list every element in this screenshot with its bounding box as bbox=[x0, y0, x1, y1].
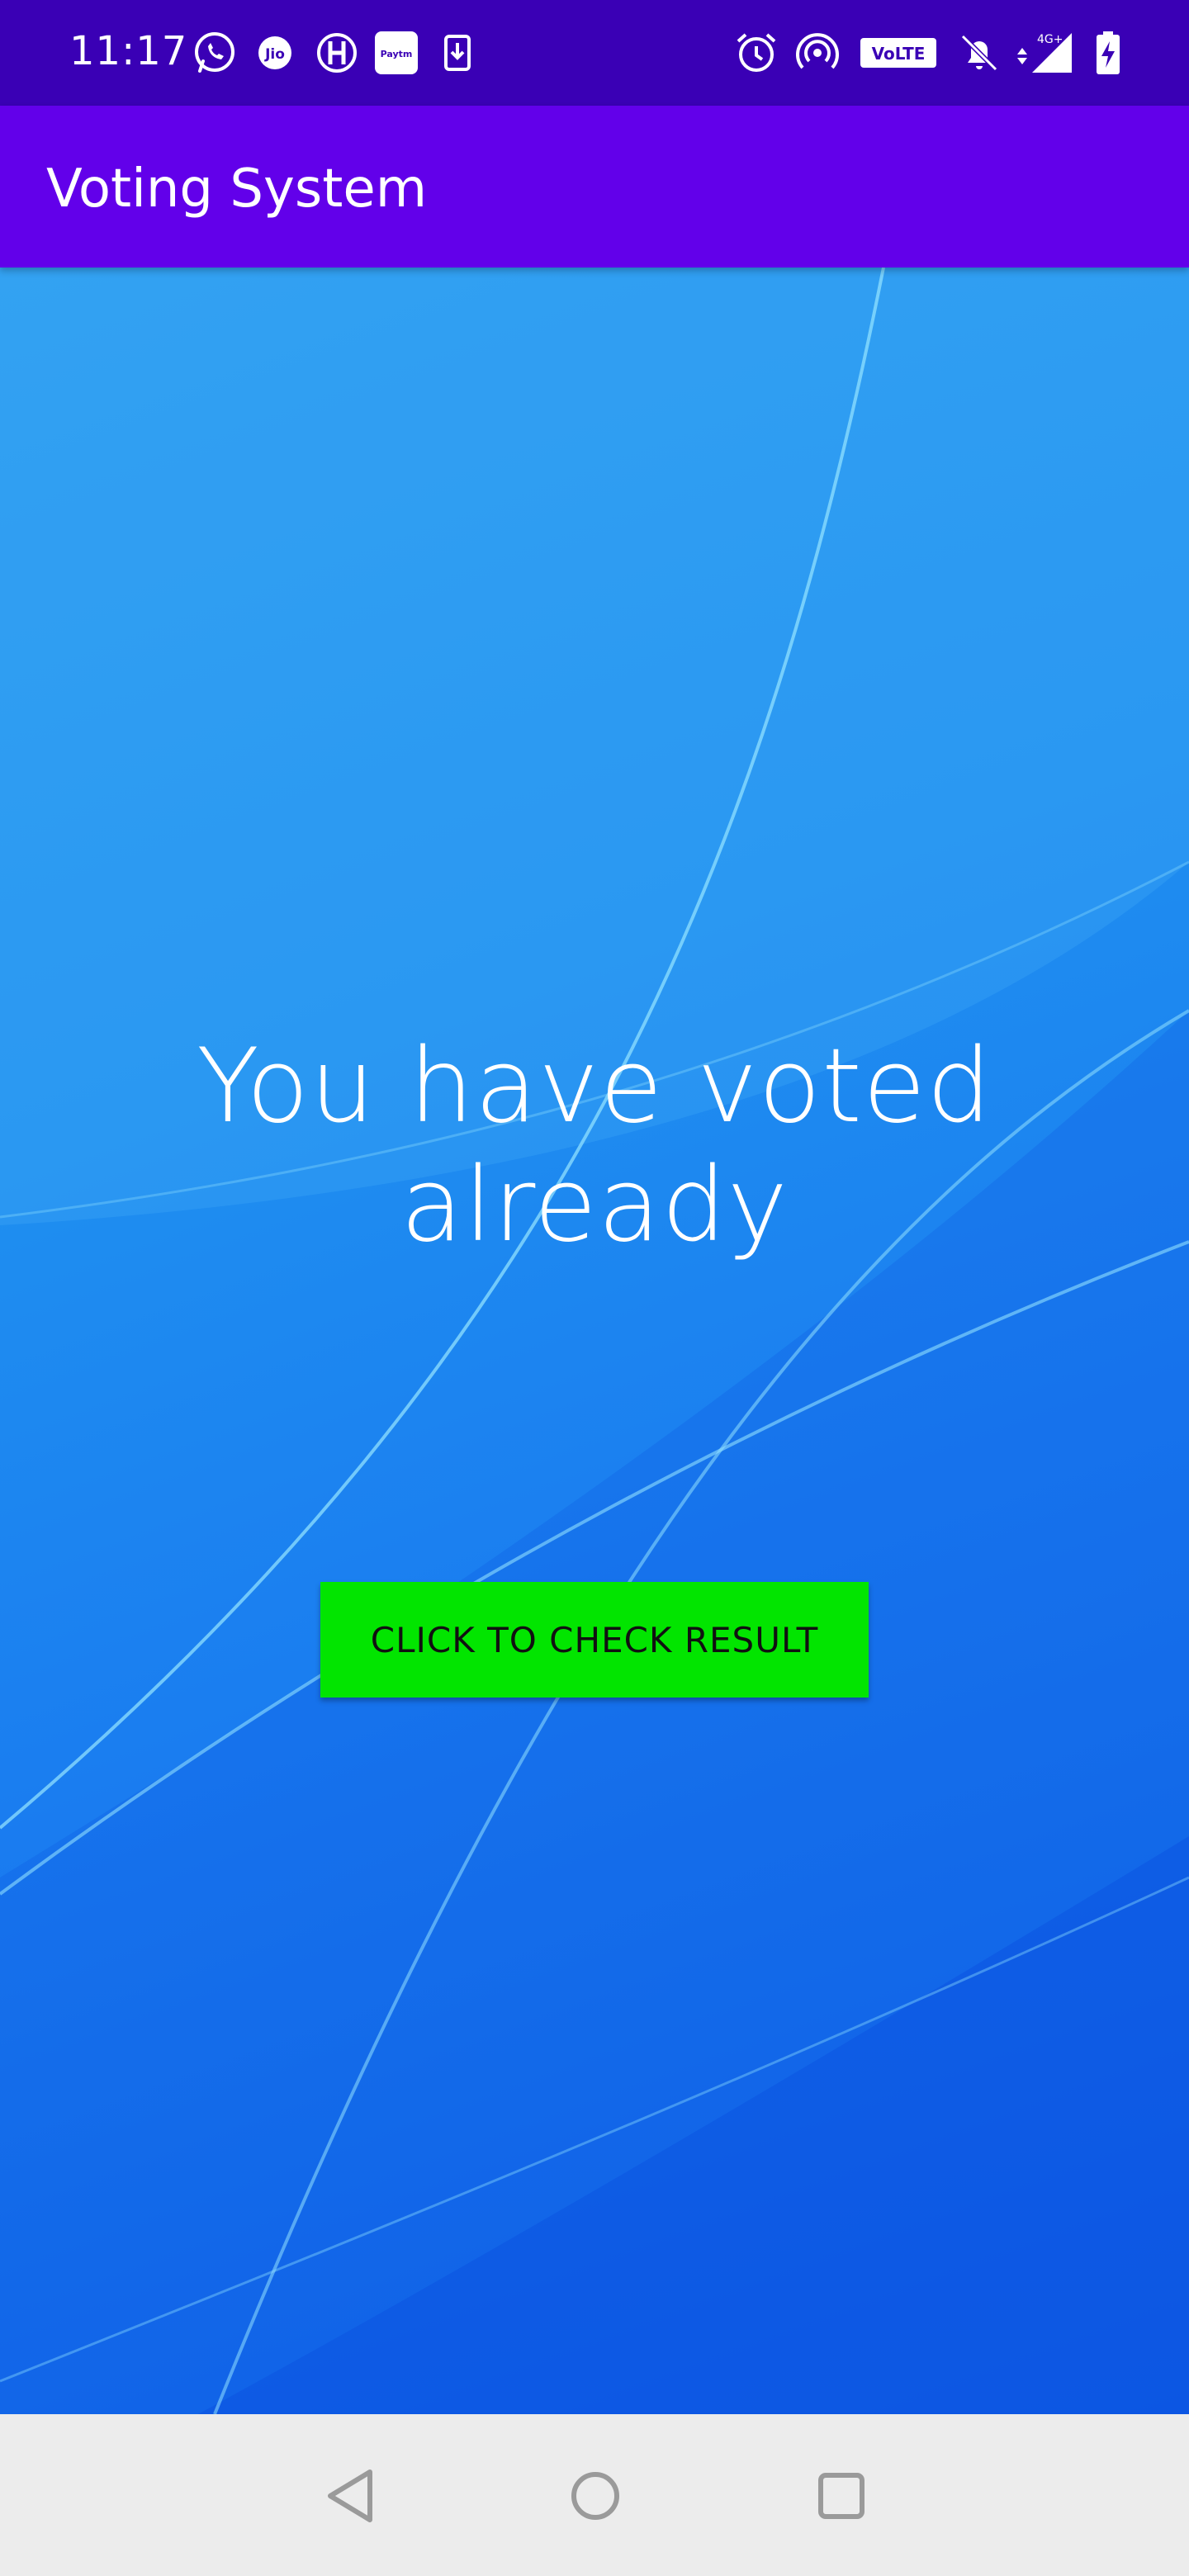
alarm-icon bbox=[737, 33, 776, 72]
home-icon[interactable] bbox=[558, 2459, 632, 2533]
mute-icon bbox=[960, 34, 998, 72]
app-title: Voting System bbox=[46, 159, 428, 220]
status-bar: 11:17 Jio Paytm VoLTE 4G+ bbox=[0, 0, 1189, 106]
volte-icon-label: VoLTE bbox=[872, 44, 926, 64]
whatsapp-icon bbox=[195, 32, 234, 73]
background-wallpaper bbox=[0, 268, 1189, 2414]
check-result-button[interactable]: CLICK TO CHECK RESULT bbox=[320, 1582, 869, 1698]
hotspot-icon bbox=[796, 33, 839, 69]
jio-icon-label: Jio bbox=[264, 46, 285, 63]
navigation-bar bbox=[0, 2414, 1189, 2576]
volte-icon: VoLTE bbox=[860, 38, 936, 68]
signal-4g-icon: 4G+ bbox=[1017, 33, 1072, 73]
hotstar-icon bbox=[317, 33, 357, 73]
battery-charging-icon bbox=[1097, 31, 1120, 74]
main-content: You have voted already CLICK TO CHECK RE… bbox=[0, 268, 1189, 2414]
back-icon[interactable] bbox=[312, 2459, 386, 2533]
paytm-icon: Paytm bbox=[375, 31, 418, 74]
status-time: 11:17 bbox=[69, 28, 188, 74]
download-icon bbox=[444, 35, 471, 71]
paytm-icon-label: Paytm bbox=[381, 49, 413, 59]
recents-icon[interactable] bbox=[804, 2459, 879, 2533]
already-voted-message: You have voted already bbox=[197, 1027, 992, 1265]
network-type-label: 4G+ bbox=[1037, 33, 1063, 46]
jio-icon: Jio bbox=[258, 36, 291, 69]
app-bar: Voting System bbox=[0, 106, 1189, 268]
